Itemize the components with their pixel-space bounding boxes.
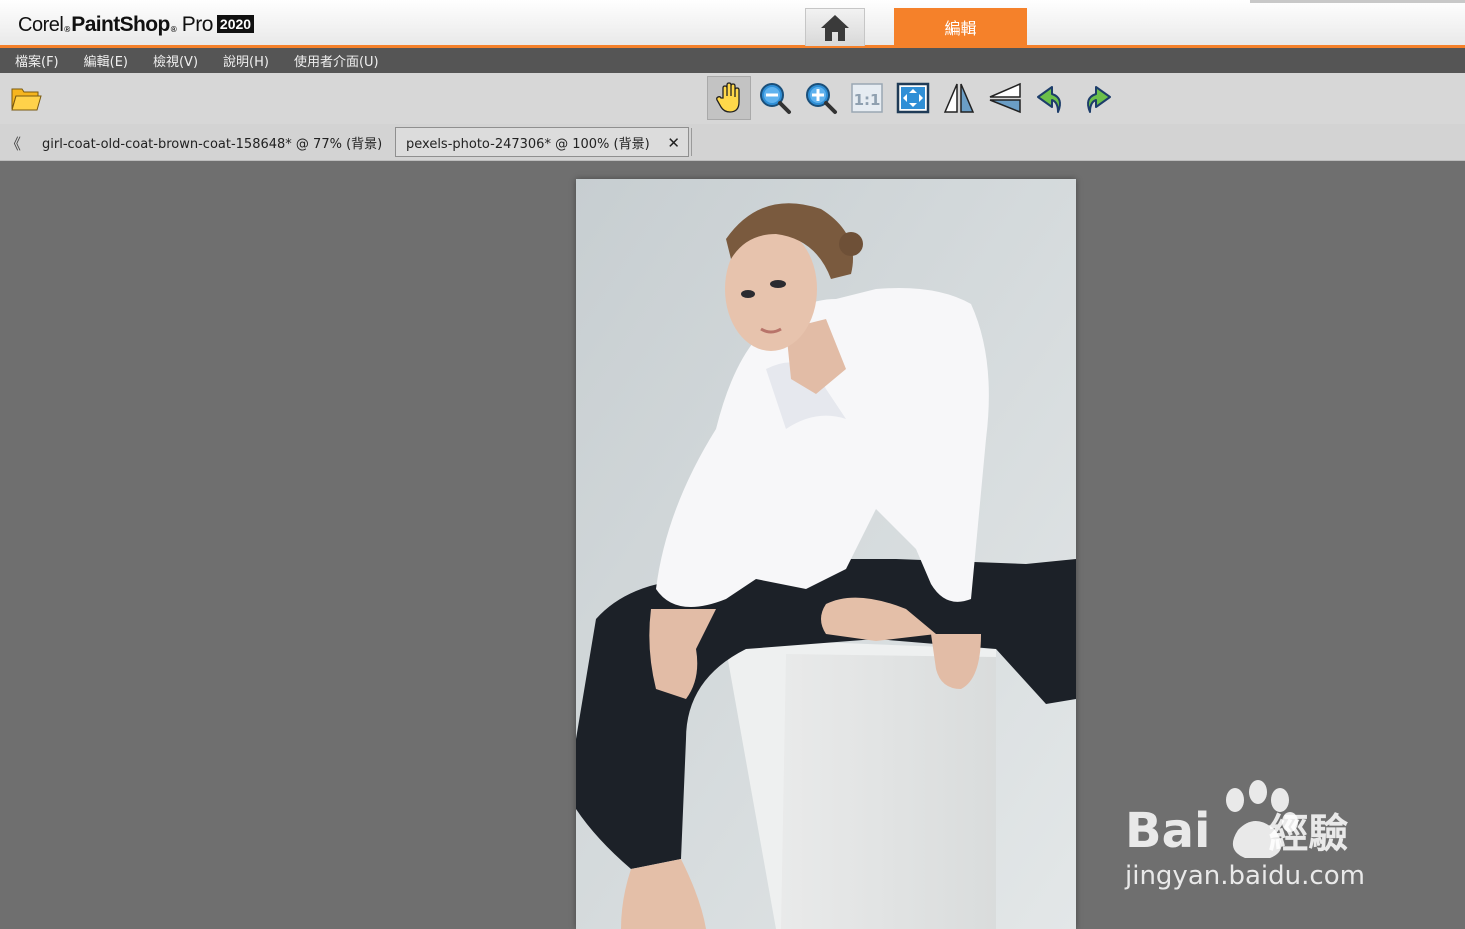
fit-to-window-icon — [896, 82, 930, 114]
menu-edit[interactable]: 編輯(E) — [79, 51, 133, 70]
zoom-in-button[interactable] — [799, 76, 843, 120]
pan-hand-icon — [716, 82, 740, 113]
document-tab[interactable]: girl-coat-old-coat-brown-coat-158648* @ … — [34, 127, 390, 157]
svg-text:1:1: 1:1 — [854, 91, 881, 109]
watermark-url: jingyan.baidu.com — [1125, 861, 1365, 891]
edit-tab[interactable]: 編輯 — [894, 8, 1027, 45]
image-canvas[interactable] — [576, 179, 1076, 929]
undo-icon — [1037, 86, 1061, 113]
menu-view[interactable]: 檢視(V) — [148, 51, 203, 70]
app-logo: Corel ® PaintShop ® Pro 2020 — [18, 13, 255, 37]
brand-year: 2020 — [216, 15, 255, 33]
brand-corel: Corel — [18, 14, 64, 36]
flip-horizontal-icon — [943, 83, 975, 113]
close-icon[interactable]: ✕ — [667, 134, 680, 152]
brand-paintshop: PaintShop — [71, 13, 170, 36]
menu-help[interactable]: 說明(H) — [218, 51, 274, 70]
document-tab-bar: 《 girl-coat-old-coat-brown-coat-158648* … — [0, 124, 1465, 161]
photo-model-on-box — [576, 179, 1076, 929]
watermark-bai: Bai — [1125, 803, 1211, 859]
flip-horizontal-button[interactable] — [937, 76, 981, 120]
tab-scroll-left-icon[interactable]: 《 — [6, 133, 21, 154]
open-button[interactable] — [4, 76, 48, 120]
fit-to-window-button[interactable] — [891, 76, 935, 120]
home-tab[interactable] — [805, 8, 865, 46]
baidu-watermark-text: Bai 經驗 — [1125, 801, 1348, 859]
redo-icon — [1087, 86, 1111, 113]
brand-pro: Pro — [181, 13, 214, 36]
watermark-jingyan: 經驗 — [1268, 811, 1349, 857]
redo-button[interactable] — [1075, 76, 1119, 120]
document-tab-label: girl-coat-old-coat-brown-coat-158648* @ … — [42, 136, 383, 152]
flip-vertical-icon — [989, 82, 1021, 114]
title-bar: Corel ® PaintShop ® Pro 2020 編輯 — [0, 0, 1465, 48]
home-icon — [821, 14, 849, 41]
toolbar: 1:1 — [0, 73, 1465, 125]
menu-bar: 檔案(F) 編輯(E) 檢視(V) 說明(H) 使用者介面(U) — [0, 48, 1465, 73]
actual-size-icon: 1:1 — [851, 83, 883, 113]
document-tab-label: pexels-photo-247306* @ 100% (背景) — [406, 136, 650, 152]
menu-file[interactable]: 檔案(F) — [10, 51, 64, 70]
undo-button[interactable] — [1029, 76, 1073, 120]
document-tab-active[interactable]: pexels-photo-247306* @ 100% (背景) ✕ — [395, 127, 689, 157]
window-edge-line — [1250, 0, 1465, 3]
zoom-in-icon — [806, 83, 837, 114]
open-folder-icon — [11, 88, 42, 111]
zoom-out-button[interactable] — [753, 76, 797, 120]
pan-tool-button[interactable] — [707, 76, 751, 120]
zoom-out-icon — [760, 83, 791, 114]
tab-divider — [691, 128, 692, 156]
menu-user-interface[interactable]: 使用者介面(U) — [289, 51, 384, 70]
flip-vertical-button[interactable] — [983, 76, 1027, 120]
workspace[interactable]: Bai 經驗 jingyan.baidu.com — [0, 161, 1465, 929]
actual-size-button[interactable]: 1:1 — [845, 76, 889, 120]
